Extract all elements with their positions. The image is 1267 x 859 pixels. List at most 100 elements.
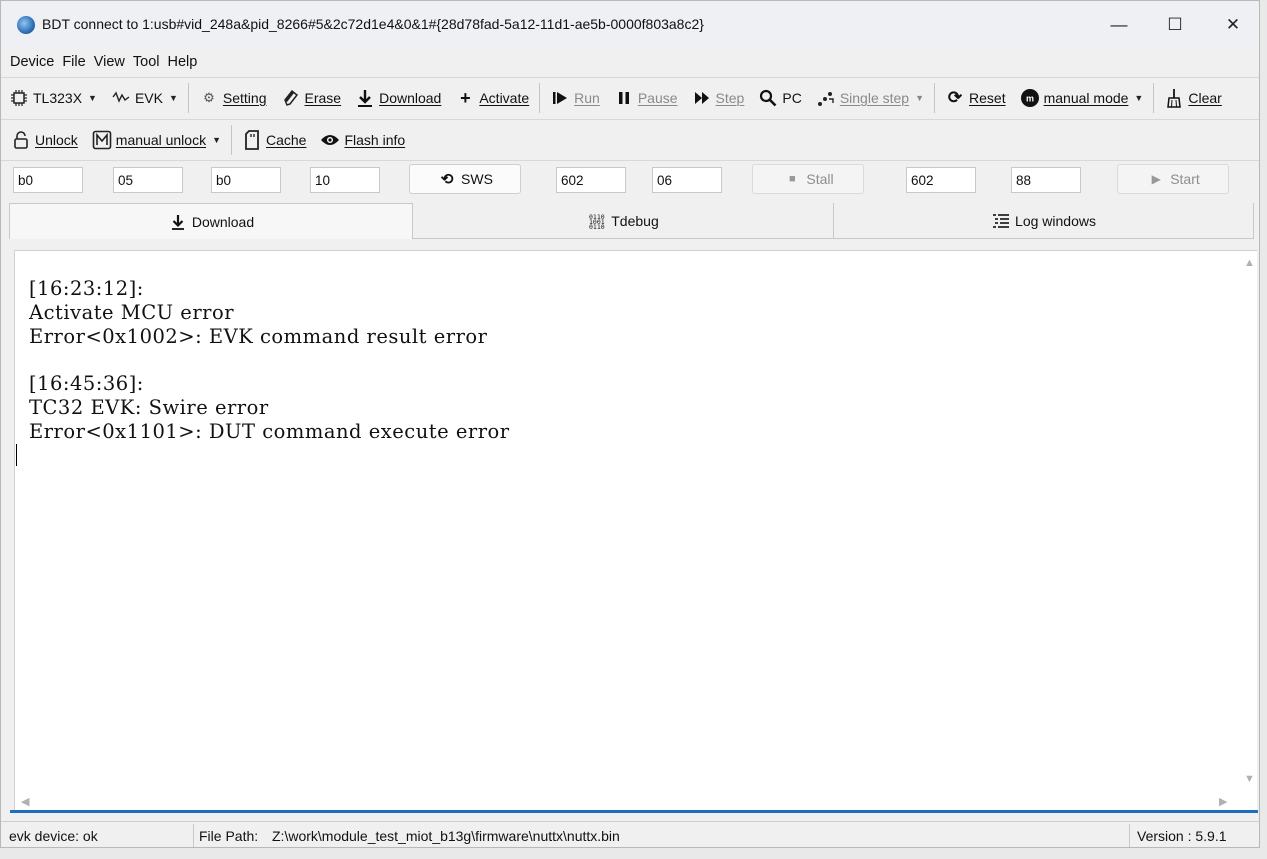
single-step-label: Single step	[839, 89, 910, 106]
tab-log-windows[interactable]: Log windows	[834, 203, 1254, 239]
maximize-button[interactable]: ☐	[1152, 9, 1198, 41]
chevron-down-icon: ▼	[212, 134, 221, 145]
input-field-3[interactable]	[211, 167, 281, 193]
vertical-scrollbar[interactable]: ▲ ▼	[1240, 251, 1257, 796]
pause-button[interactable]: Pause	[610, 84, 682, 112]
cache-label: Cache	[266, 131, 307, 148]
refresh-icon: ⟲	[440, 170, 454, 188]
input-field-4[interactable]	[310, 167, 380, 193]
input-field-1[interactable]	[13, 167, 83, 193]
unlock-button[interactable]: Unlock	[7, 126, 82, 154]
unlock-icon	[11, 130, 31, 150]
step-icon	[692, 88, 712, 108]
tab-download[interactable]: Download	[9, 203, 413, 239]
title-bar: BDT connect to 1:usb#vid_248a&pid_8266#5…	[1, 1, 1259, 49]
input-field-8[interactable]	[1011, 167, 1081, 193]
log-line: Error<0x1002>: EVK command result error	[29, 325, 488, 348]
download-label: Download	[379, 89, 442, 106]
log-line: [16:23:12]:	[29, 277, 144, 300]
start-button[interactable]: ▶ Start	[1117, 164, 1229, 194]
menu-view[interactable]: View	[91, 54, 128, 70]
eye-icon	[320, 130, 340, 150]
reset-button[interactable]: ⟳ Reset	[941, 84, 1010, 112]
scroll-down-icon[interactable]: ▼	[1244, 773, 1255, 785]
manual-unlock-icon	[92, 130, 112, 150]
menu-bar: Device File View Tool Help	[1, 49, 1259, 75]
menu-device[interactable]: Device	[7, 54, 57, 70]
pc-label: PC	[782, 89, 802, 106]
input-field-6[interactable]	[652, 167, 722, 193]
gear-icon: ⚙	[203, 90, 215, 105]
run-button[interactable]: Run	[546, 84, 604, 112]
binary-icon: 0110 1001 0110	[587, 211, 607, 231]
scroll-right-icon[interactable]: ▶	[1219, 795, 1227, 808]
tab-log-windows-label: Log windows	[1015, 212, 1096, 229]
menu-help[interactable]: Help	[164, 54, 200, 70]
run-icon	[550, 88, 570, 108]
input-field-5[interactable]	[556, 167, 626, 193]
device-status: evk device: ok	[9, 828, 98, 844]
step-button[interactable]: Step	[688, 84, 749, 112]
setting-label: Setting	[222, 89, 267, 106]
pause-label: Pause	[637, 89, 678, 106]
chip-icon	[9, 88, 29, 108]
search-icon	[758, 88, 778, 108]
tab-tdebug[interactable]: 0110 1001 0110 Tdebug	[413, 203, 834, 239]
close-button[interactable]: ✕	[1210, 9, 1256, 41]
evk-select-dropdown[interactable]: EVK ▼	[107, 84, 182, 112]
file-path-value: Z:\work\module_test_miot_b13g\firmware\n…	[272, 828, 620, 844]
list-icon	[991, 211, 1011, 231]
tab-download-label: Download	[191, 213, 255, 230]
input-field-2[interactable]	[113, 167, 183, 193]
download-button[interactable]: Download	[351, 84, 445, 112]
toolbar-separator	[187, 82, 189, 113]
run-label: Run	[574, 89, 600, 106]
minimize-button[interactable]: —	[1096, 9, 1142, 41]
manual-unlock-dropdown[interactable]: manual unlock ▼	[88, 126, 225, 154]
tab-tdebug-label: Tdebug	[611, 212, 659, 229]
app-globe-icon	[17, 16, 35, 34]
chip-select-dropdown[interactable]: TL323X ▼	[5, 84, 101, 112]
log-line: [16:45:36]:	[29, 372, 144, 395]
erase-button[interactable]: Erase	[277, 84, 346, 112]
play-icon: ▶	[1151, 172, 1161, 186]
tab-bar: Download 0110 1001 0110 Tdebug Log windows	[9, 203, 1259, 241]
horizontal-scrollbar[interactable]: ◀ ▶	[15, 793, 1241, 810]
unlock-label: Unlock	[35, 131, 78, 148]
plus-icon: +	[460, 87, 471, 108]
single-step-icon	[816, 88, 836, 108]
status-bar: evk device: ok File Path: Z:\work\module…	[1, 821, 1259, 847]
activate-button[interactable]: + Activate	[451, 84, 533, 112]
menu-file[interactable]: File	[59, 54, 88, 70]
sws-label: SWS	[461, 171, 493, 187]
scroll-left-icon[interactable]: ◀	[21, 795, 29, 808]
toolbar-separator	[1153, 82, 1155, 113]
activate-label: Activate	[479, 89, 530, 106]
reset-label: Reset	[969, 89, 1006, 106]
erase-label: Erase	[304, 89, 342, 106]
log-line: Activate MCU error	[29, 301, 235, 324]
file-path-label: File Path:	[199, 828, 259, 844]
scroll-up-icon[interactable]: ▲	[1244, 257, 1255, 269]
mode-label: manual mode	[1043, 89, 1129, 106]
flash-info-button[interactable]: Flash info	[316, 126, 409, 154]
single-step-dropdown[interactable]: Single step ▼	[812, 84, 928, 112]
cache-button[interactable]: Cache	[238, 126, 310, 154]
chip-label: TL323X	[33, 89, 83, 106]
stall-button[interactable]: ■ Stall	[752, 164, 864, 194]
setting-button[interactable]: ⚙ Setting	[195, 84, 271, 112]
pc-button[interactable]: PC	[754, 84, 805, 112]
toolbar-separator	[539, 82, 541, 113]
log-output[interactable]: [16:23:12]: Activate MCU error Error<0x1…	[14, 250, 1257, 810]
download-arrow-icon	[168, 212, 188, 232]
chevron-down-icon: ▼	[915, 92, 925, 103]
register-input-row: ⟲ SWS ■ Stall ▶ Start	[1, 160, 1259, 201]
clear-button[interactable]: Clear	[1160, 84, 1225, 112]
sws-button[interactable]: ⟲ SWS	[409, 164, 521, 194]
mode-dropdown[interactable]: m manual mode ▼	[1016, 84, 1148, 112]
stop-square-icon: ■	[789, 172, 796, 185]
version-label: Version : 5.9.1	[1137, 828, 1227, 844]
start-label: Start	[1170, 171, 1200, 187]
menu-tool[interactable]: Tool	[130, 54, 163, 70]
input-field-7[interactable]	[906, 167, 976, 193]
